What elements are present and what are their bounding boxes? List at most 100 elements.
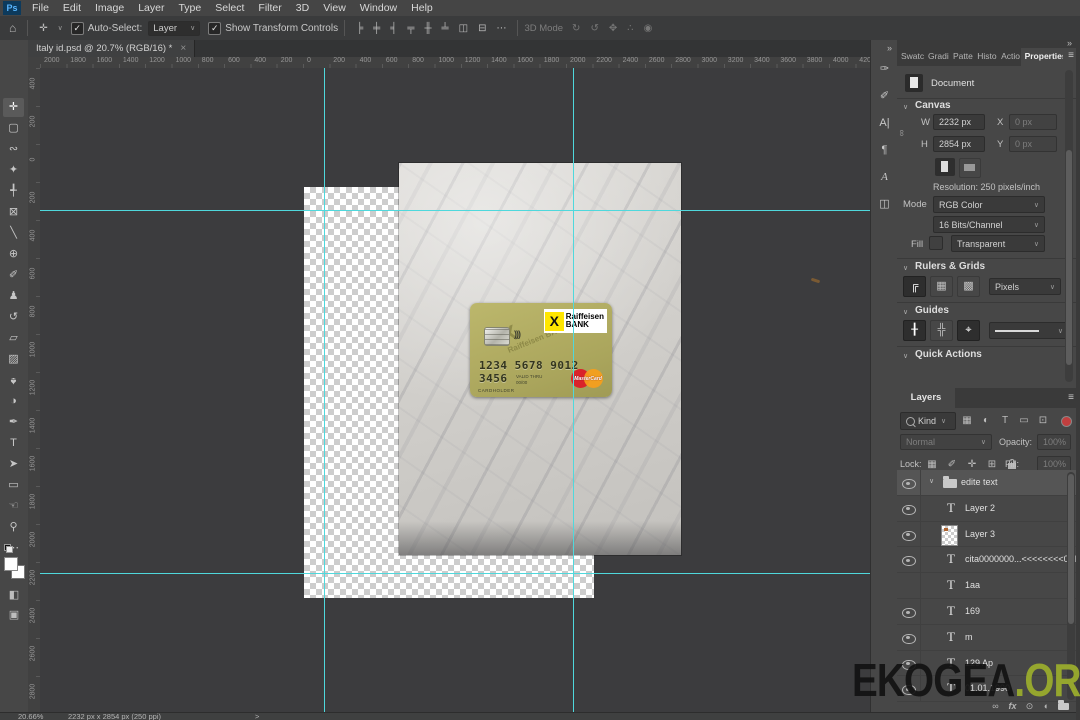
layer-row[interactable]: ∨ edite text [897,470,1080,496]
menu-file[interactable]: File [25,2,56,14]
spot-healing-tool[interactable]: ⊕ [3,245,24,264]
layer-row[interactable]: T Layer 2 [897,495,1080,522]
panel-tab-gradi[interactable]: Gradi [924,48,949,66]
eraser-tool[interactable]: ▱ [3,329,24,348]
align-left-edges-icon[interactable]: ╞ [351,23,368,34]
width-field[interactable]: 2232 px [933,114,985,130]
link-dimensions-icon[interactable]: ∞ [897,130,907,136]
layer-row[interactable]: Layer 3 [897,521,1080,548]
photoshop-app-icon[interactable]: Ps [3,1,21,15]
brushes-icon[interactable]: ✐ [875,87,894,106]
frame-tool[interactable]: ⊠ [3,203,24,222]
blur-tool[interactable]: ♠ [3,371,24,390]
panel-menu-icon[interactable]: ≡ [1068,392,1074,403]
history-brush-tool[interactable]: ↺ [3,308,24,327]
menu-image[interactable]: Image [88,2,131,14]
align-top-edges-icon[interactable]: ╤ [402,23,419,34]
visibility-toggle[interactable] [897,573,921,599]
guide-style-dropdown[interactable]: ∨ [989,322,1069,339]
filter-smart-objects-icon[interactable]: ⊡ [1035,413,1051,429]
toggle-guides-icon[interactable]: ╂ [903,320,926,341]
filter-type-layers-icon[interactable]: T [997,413,1013,429]
visibility-toggle[interactable] [897,521,921,548]
auto-select-target-dropdown[interactable]: Layer ∨ [148,20,201,36]
menu-type[interactable]: Type [171,2,208,14]
layer-row[interactable]: Tcita0000000...<<<<<<<<0 d [897,547,1080,574]
glyphs-icon[interactable]: A [875,168,894,187]
visibility-toggle[interactable] [897,599,921,625]
show-transform-checkbox[interactable]: ✓ [208,21,222,35]
layer-row[interactable]: Tm [897,624,1080,651]
3d-pan-icon[interactable]: ✥ [604,23,622,34]
menu-filter[interactable]: Filter [251,2,288,14]
panel-tab-actio[interactable]: Actio [997,48,1020,66]
expand-panels-icon[interactable]: » [887,43,892,53]
libraries-icon[interactable]: ◫ [875,195,894,214]
lasso-tool[interactable]: ∾ [3,140,24,159]
chevron-down-icon[interactable]: ∨ [929,477,934,485]
document-tab[interactable]: Italy id.psd @ 20.7% (RGB/16) * × [28,40,196,57]
object-selection-tool[interactable]: ✦ [3,161,24,180]
align-horizontal-centers-icon[interactable]: ╪ [368,23,385,34]
home-icon[interactable]: ⌂ [4,21,21,35]
layers-tab[interactable]: Layers [897,388,955,408]
chevron-down-icon[interactable]: ∨ [903,103,908,111]
rectangle-tool[interactable]: ▭ [3,476,24,495]
status-arrow-icon[interactable]: > [255,713,259,720]
panel-menu-icon[interactable]: ≡ [1068,50,1074,61]
rulers-grids-header[interactable]: Rulers & Grids [915,261,985,272]
properties-scrollbar[interactable] [1065,70,1073,382]
foreground-color-swatch[interactable] [4,557,18,571]
menu-view[interactable]: View [316,2,353,14]
zoom-tool[interactable]: ⚲ [3,518,24,537]
horizontal-guide[interactable] [40,210,870,211]
panel-tab-swatc[interactable]: Swatc [897,48,924,66]
toggle-pixel-grid-icon[interactable]: ▩ [957,276,980,297]
type-tool[interactable]: T [3,434,24,453]
default-colors-icon[interactable] [4,544,13,553]
path-selection-tool[interactable]: ➤ [3,455,24,474]
layer-row[interactable]: T 1aa [897,573,1080,599]
menu-layer[interactable]: Layer [131,2,171,14]
fill-dropdown[interactable]: Transparent ∨ [951,235,1045,252]
filter-adjustment-layers-icon[interactable]: ◐ [978,413,994,429]
align-right-edges-icon[interactable]: ╡ [385,23,402,34]
dodge-tool[interactable]: ◑ [3,392,24,411]
screen-mode-icon[interactable]: ▣ [5,608,23,624]
toggle-rulers-icon[interactable]: ╔ [903,276,926,297]
close-icon[interactable]: × [180,43,186,54]
clone-stamp-tool[interactable]: ♟ [3,287,24,306]
rectangular-marquee-tool[interactable]: ▢ [3,119,24,138]
panel-tab-histo[interactable]: Histo [973,48,997,66]
menu-edit[interactable]: Edit [56,2,88,14]
guides-header[interactable]: Guides [915,305,949,316]
brush-settings-icon[interactable]: ✑ [875,60,894,79]
credit-card-image[interactable]: X Raiffeisen BANK X Raiffeisen BANK ))) … [470,303,612,397]
chevron-down-icon[interactable]: ∨ [58,24,63,32]
horizontal-guide[interactable] [40,573,870,574]
quick-mask-icon[interactable]: ◧ [5,588,23,604]
filter-toggle-icon[interactable] [1061,416,1072,427]
quick-actions-header[interactable]: Quick Actions [915,349,982,360]
panel-tab-patte[interactable]: Patte [949,48,973,66]
visibility-toggle[interactable] [897,495,921,522]
panel-tab-properties[interactable]: Properties [1020,48,1063,66]
vertical-guide[interactable] [573,68,574,712]
ruler-units-dropdown[interactable]: Pixels ∨ [989,278,1061,295]
brush-tool[interactable]: ✐ [3,266,24,285]
3d-slide-icon[interactable]: ∴ [622,23,638,34]
height-field[interactable]: 2854 px [933,136,985,152]
align-vertical-centers-icon[interactable]: ╫ [419,23,436,34]
layer-thumbnail[interactable] [941,524,958,546]
bit-depth-dropdown[interactable]: 16 Bits/Channel ∨ [933,216,1045,233]
visibility-toggle[interactable] [897,470,921,496]
visibility-toggle[interactable] [897,624,921,651]
eyedropper-tool[interactable]: ╲ [3,224,24,243]
menu-help[interactable]: Help [404,2,440,14]
opacity-field[interactable]: 100% [1037,434,1071,450]
more-options-icon[interactable]: ⋯ [491,23,511,34]
canvas-viewport[interactable]: X Raiffeisen BANK X Raiffeisen BANK ))) … [40,68,870,712]
menu-select[interactable]: Select [208,2,251,14]
lock-guides-icon[interactable]: ╬ [930,320,953,341]
align-bottom-edges-icon[interactable]: ╧ [437,23,454,34]
